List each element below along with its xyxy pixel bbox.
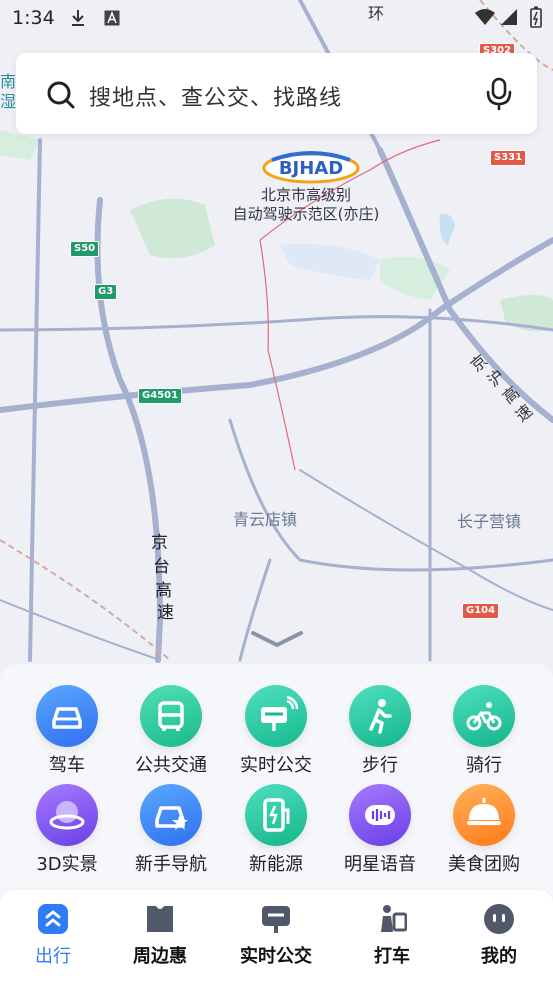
bike-icon <box>453 685 515 747</box>
shield-g4501: G4501 <box>138 388 183 404</box>
car-icon <box>36 685 98 747</box>
service-bike[interactable]: 骑行 <box>432 685 536 777</box>
travel-icon <box>38 904 68 934</box>
status-time: 1:34 <box>12 7 55 29</box>
service-label: 3D实景 <box>36 854 98 875</box>
service-food-deals[interactable]: 美食团购 <box>432 784 536 876</box>
tab-nearby-deals[interactable]: 周边惠 <box>110 904 210 968</box>
nearby-deals-icon <box>145 904 175 934</box>
service-3d[interactable]: 3D实景 <box>15 784 119 876</box>
search-input[interactable]: 搜地点、查公交、找路线 <box>89 80 342 112</box>
service-label: 公共交通 <box>135 755 207 776</box>
globe-3d-icon <box>36 784 98 846</box>
profile-icon <box>484 904 514 934</box>
road-label-jingtai-4: 速 <box>157 603 174 623</box>
tab-taxi[interactable]: 打车 <box>342 904 442 968</box>
map-label-edge-2: 湿 <box>0 92 17 111</box>
zone-title-line1: 北京市高级别 <box>260 186 351 204</box>
service-public-transit[interactable]: 公共交通 <box>119 685 223 777</box>
battery-icon <box>530 6 542 28</box>
shield-s331: S331 <box>490 150 527 166</box>
walk-icon <box>349 685 411 747</box>
download-icon <box>72 10 84 26</box>
service-car[interactable]: 驾车 <box>15 685 119 777</box>
shield-s50: S50 <box>70 241 100 257</box>
tab-travel[interactable]: 出行 <box>3 904 103 968</box>
microphone-icon[interactable] <box>484 77 514 111</box>
shield-g104: G104 <box>462 603 500 619</box>
service-novice-nav[interactable]: 新手导航 <box>119 784 223 876</box>
signal-icon <box>501 9 517 25</box>
map-label-qingyundian: 青云店镇 <box>233 510 298 529</box>
voice-icon <box>349 784 411 846</box>
service-label: 明星语音 <box>344 854 416 875</box>
service-label: 驾车 <box>49 755 85 776</box>
realtime-bus-tab-icon <box>261 904 291 934</box>
service-label: 步行 <box>362 755 398 776</box>
bjhad-logo-text: BJHAD <box>278 158 344 179</box>
zone-title: 北京市高级别 自动驾驶示范区(亦庄) <box>206 186 406 224</box>
tab-label: 打车 <box>374 946 410 967</box>
tab-realtime-bus[interactable]: 实时公交 <box>226 904 326 968</box>
status-bar: 1:34 <box>0 0 553 34</box>
shield-g3: G3 <box>94 284 118 300</box>
tab-label: 出行 <box>35 946 71 967</box>
bus-icon <box>140 685 202 747</box>
service-label: 新手导航 <box>135 854 207 875</box>
ev-charger-icon <box>245 784 307 846</box>
search-bar[interactable]: 搜地点、查公交、找路线 <box>16 53 537 134</box>
taxi-icon <box>377 904 408 934</box>
service-label: 实时公交 <box>240 755 312 776</box>
novice-nav-icon <box>140 784 202 846</box>
service-walk[interactable]: 步行 <box>328 685 432 777</box>
road-label-jingtai-1: 京 <box>151 533 168 553</box>
wifi-icon <box>475 9 495 25</box>
zone-title-line2: 自动驾驶示范区(亦庄) <box>232 205 380 223</box>
service-label: 美食团购 <box>448 854 520 875</box>
tab-mine[interactable]: 我的 <box>449 904 549 968</box>
map-label-changziying: 长子营镇 <box>457 512 522 531</box>
bjhad-logo[interactable]: BJHAD <box>262 150 360 184</box>
service-new-energy[interactable]: 新能源 <box>224 784 328 876</box>
search-icon <box>47 81 75 109</box>
service-realtime-bus[interactable]: 实时公交 <box>224 685 328 777</box>
realtime-bus-icon <box>245 685 307 747</box>
road-label-jingtai-2: 台 <box>153 557 170 577</box>
tab-label: 周边惠 <box>133 946 187 967</box>
food-icon <box>453 784 515 846</box>
tab-label: 我的 <box>481 946 517 967</box>
service-label: 骑行 <box>466 755 502 776</box>
tab-label: 实时公交 <box>240 946 312 967</box>
service-star-voice[interactable]: 明星语音 <box>328 784 432 876</box>
service-label: 新能源 <box>249 854 303 875</box>
text-a-icon <box>104 10 120 26</box>
bottom-tab-bar: 出行 周边惠 实时公交 打车 我的 <box>0 890 553 984</box>
